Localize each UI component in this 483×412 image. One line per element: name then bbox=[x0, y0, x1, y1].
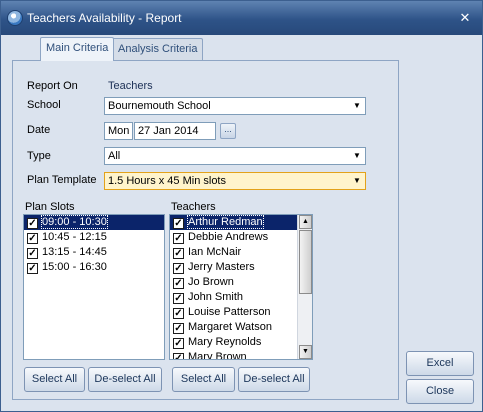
list-item[interactable]: ✓ 09:00 - 10:30 bbox=[24, 215, 164, 230]
school-value: Bournemouth School bbox=[108, 100, 211, 112]
check-icon[interactable]: ✓ bbox=[173, 338, 184, 349]
list-item[interactable]: ✓ Mary Reynolds bbox=[170, 335, 298, 350]
scroll-down-icon[interactable]: ▼ bbox=[299, 345, 312, 359]
check-icon[interactable]: ✓ bbox=[173, 293, 184, 304]
list-item[interactable]: ✓ 15:00 - 16:30 bbox=[24, 260, 164, 275]
check-icon[interactable]: ✓ bbox=[173, 308, 184, 319]
list-item[interactable]: ✓ Margaret Watson bbox=[170, 320, 298, 335]
check-icon[interactable]: ✓ bbox=[173, 263, 184, 274]
excel-button[interactable]: Excel bbox=[406, 351, 474, 376]
plan-slots-list[interactable]: ✓ 09:00 - 10:30 ✓ 10:45 - 12:15 ✓ 13:15 - 1… bbox=[23, 214, 165, 360]
check-icon[interactable]: ✓ bbox=[173, 248, 184, 259]
check-icon[interactable]: ✓ bbox=[27, 248, 38, 259]
check-icon[interactable]: ✓ bbox=[173, 233, 184, 244]
list-item[interactable]: ✓ Ian McNair bbox=[170, 245, 298, 260]
type-label: Type bbox=[27, 150, 51, 162]
school-label: School bbox=[27, 99, 61, 111]
title-bar[interactable]: Teachers Availability - Report ✕ bbox=[1, 1, 482, 35]
list-item[interactable]: ✓ 13:15 - 14:45 bbox=[24, 245, 164, 260]
list-item[interactable]: ✓ Arthur Redman bbox=[170, 215, 298, 230]
date-picker-button[interactable]: ... bbox=[220, 123, 236, 139]
list-item[interactable]: ✓ Jerry Masters bbox=[170, 260, 298, 275]
type-value: All bbox=[108, 150, 121, 162]
teachers-select-all-button[interactable]: Select All bbox=[172, 367, 235, 392]
teachers-label: Teachers bbox=[171, 201, 216, 213]
chevron-down-icon[interactable]: ▼ bbox=[351, 175, 363, 187]
type-dropdown[interactable]: All ▼ bbox=[104, 147, 366, 165]
plan-slots-label: Plan Slots bbox=[25, 201, 75, 213]
plan-slots-deselect-all-button[interactable]: De-select All bbox=[88, 367, 162, 392]
list-item[interactable]: ✓ Jo Brown bbox=[170, 275, 298, 290]
check-icon[interactable]: ✓ bbox=[173, 323, 184, 334]
close-button[interactable]: Close bbox=[406, 379, 474, 404]
list-item[interactable]: ✓ Mary Brown bbox=[170, 350, 298, 359]
date-label: Date bbox=[27, 124, 51, 136]
date-day-field[interactable]: Mon bbox=[104, 122, 133, 140]
date-field[interactable]: 27 Jan 2014 bbox=[134, 122, 216, 140]
check-icon[interactable]: ✓ bbox=[173, 353, 184, 359]
close-window-icon[interactable]: ✕ bbox=[456, 10, 474, 26]
plan-slots-select-all-button[interactable]: Select All bbox=[24, 367, 85, 392]
list-item[interactable]: ✓ John Smith bbox=[170, 290, 298, 305]
plan-template-dropdown[interactable]: 1.5 Hours x 45 Min slots ▼ bbox=[104, 172, 366, 190]
check-icon[interactable]: ✓ bbox=[173, 218, 184, 229]
plan-template-label: Plan Template bbox=[27, 174, 97, 186]
teachers-list[interactable]: ✓ Arthur Redman ✓ Debbie Andrews ✓ Ian McNa… bbox=[169, 214, 313, 360]
school-dropdown[interactable]: Bournemouth School ▼ bbox=[104, 97, 366, 115]
teachers-items: ✓ Arthur Redman ✓ Debbie Andrews ✓ Ian McNa… bbox=[170, 215, 298, 359]
list-item[interactable]: ✓ 10:45 - 12:15 bbox=[24, 230, 164, 245]
tab-main-criteria[interactable]: Main Criteria bbox=[40, 37, 115, 61]
chevron-down-icon[interactable]: ▼ bbox=[351, 100, 363, 112]
report-on-label: Report On bbox=[27, 80, 78, 92]
tab-analysis-criteria[interactable]: Analysis Criteria bbox=[112, 38, 204, 60]
list-item[interactable]: ✓ Louise Patterson bbox=[170, 305, 298, 320]
report-dialog: Teachers Availability - Report ✕ Main Cr… bbox=[0, 0, 483, 412]
teachers-scrollbar[interactable]: ▲ ▼ bbox=[297, 215, 312, 359]
teachers-deselect-all-button[interactable]: De-select All bbox=[238, 367, 310, 392]
app-globe-icon bbox=[7, 10, 23, 26]
window-title: Teachers Availability - Report bbox=[27, 11, 182, 25]
report-on-value: Teachers bbox=[108, 80, 153, 92]
check-icon[interactable]: ✓ bbox=[27, 233, 38, 244]
scroll-up-icon[interactable]: ▲ bbox=[299, 215, 312, 229]
check-icon[interactable]: ✓ bbox=[173, 278, 184, 289]
list-item[interactable]: ✓ Debbie Andrews bbox=[170, 230, 298, 245]
chevron-down-icon[interactable]: ▼ bbox=[351, 150, 363, 162]
scroll-thumb[interactable] bbox=[299, 230, 312, 294]
check-icon[interactable]: ✓ bbox=[27, 263, 38, 274]
plan-template-value: 1.5 Hours x 45 Min slots bbox=[108, 175, 226, 187]
check-icon[interactable]: ✓ bbox=[27, 218, 38, 229]
